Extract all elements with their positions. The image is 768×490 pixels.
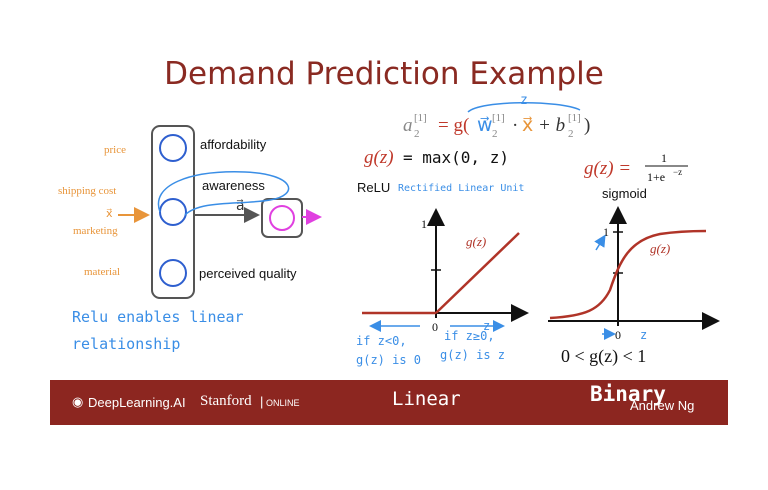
sigmoid-origin-label: 0 <box>615 328 621 342</box>
footer-brand: DeepLearning.AI <box>88 395 186 410</box>
relu-note-left-2: g(z) is 0 <box>356 353 421 367</box>
relu-full-name: Rectified Linear Unit <box>398 183 524 194</box>
svg-text:[1]: [1] <box>414 112 427 124</box>
handwritten-note-line-1: Relu enables linear <box>72 308 244 326</box>
handwritten-linear: Linear <box>392 388 461 410</box>
relu-note-right-2: g(z) is z <box>440 348 505 362</box>
footer-divider: | <box>260 394 264 409</box>
svg-text:w⃗: w⃗ <box>477 115 493 136</box>
relu-curve-label: g(z) <box>466 234 486 249</box>
sigmoid-def-lhs: g(z) = <box>584 158 631 179</box>
footer-author: Andrew Ng <box>630 398 695 413</box>
handwritten-note-line-2: relationship <box>72 335 180 353</box>
svg-text:[1]: [1] <box>492 112 505 124</box>
sigmoid-one-arrow <box>594 234 606 251</box>
sigmoid-curve-label: g(z) <box>650 241 670 256</box>
slide: Demand Prediction Example price shipping… <box>0 0 768 490</box>
sigmoid-def-exp: −z <box>673 167 682 177</box>
awareness-highlight-loop <box>157 171 290 216</box>
relu-note-right-1: if z≥0, <box>444 329 495 343</box>
svg-text:): ) <box>584 115 590 136</box>
relu-graph: 1 g(z) 0 z if z<0, g(z) is 0 if z≥0, g(z… <box>356 208 529 367</box>
output-label: a⃗ <box>236 199 245 214</box>
relu-note-left-1: if z<0, <box>356 334 407 348</box>
sigmoid-name: sigmoid <box>602 186 647 201</box>
relu-origin-label: 0 <box>432 320 438 334</box>
svg-text:2: 2 <box>492 128 498 140</box>
deeplearning-logo-icon: ◉ <box>72 394 84 409</box>
svg-text:z: z <box>520 93 528 108</box>
hidden-unit-awareness <box>159 198 187 226</box>
hidden-unit-perceived-quality <box>159 259 187 287</box>
svg-text:a: a <box>403 115 413 136</box>
sigmoid-range: 0 < g(z) < 1 <box>561 346 646 367</box>
sigmoid-curve <box>549 229 707 320</box>
svg-text:[1]: [1] <box>568 112 581 124</box>
footer-online: ONLINE <box>266 398 300 408</box>
hidden-unit-affordability <box>159 134 187 162</box>
relu-def-rhs: = max(0, z) <box>403 148 509 167</box>
svg-text:= g(: = g( <box>438 115 469 136</box>
svg-text:x⃗: x⃗ <box>522 115 533 136</box>
footer-stanford: Stanford <box>200 393 252 409</box>
sigmoid-def-den: 1+e <box>647 170 665 184</box>
svg-text:2: 2 <box>414 128 420 140</box>
relu-def-g: g(z) <box>364 147 394 168</box>
relu-y-tick-label: 1 <box>421 217 427 231</box>
sigmoid-graph: 1 g(z) 0 z <box>548 206 720 342</box>
sigmoid-x-label: z <box>640 328 647 342</box>
sigmoid-y-tick-label: 1 <box>603 225 609 239</box>
relu-name: ReLU <box>357 180 390 195</box>
main-formula: a [1] 2 = g( w⃗ [1] 2 · x⃗ + b [1] 2 ) z <box>403 93 590 140</box>
output-layer-box <box>261 198 303 238</box>
footer-bar: ◉ DeepLearning.AI Stanford | ONLINE Line… <box>50 380 728 425</box>
svg-text:·: · <box>512 115 518 136</box>
output-unit <box>269 205 295 231</box>
svg-text:+ b: + b <box>538 115 565 136</box>
svg-text:2: 2 <box>568 128 574 140</box>
sigmoid-def-num: 1 <box>661 151 667 165</box>
